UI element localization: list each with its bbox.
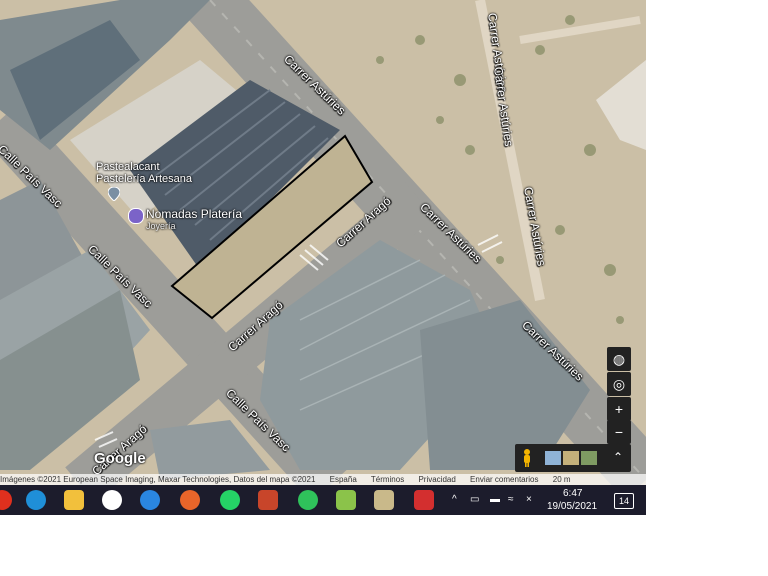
- poi-title: Nomadas Platería: [146, 207, 243, 221]
- wechat-icon[interactable]: [298, 490, 318, 510]
- zoom-in-button[interactable]: +: [607, 397, 631, 421]
- google-maps-icon[interactable]: [102, 490, 122, 510]
- poi-title: Pastealacant: [96, 161, 160, 173]
- satellite-map[interactable]: Carrer Astúries Carrer Astúries Carrer A…: [0, 0, 646, 485]
- globe-icon[interactable]: ◍: [607, 347, 631, 371]
- my-location-icon[interactable]: ◎: [607, 372, 631, 396]
- poi-subtitle: Pastelería Artesana: [96, 173, 193, 185]
- poi-nomadas[interactable]: Nomadas Platería Joyería: [146, 208, 242, 232]
- poi-pastealacant[interactable]: Pastealacant Pastelería Artesana: [96, 161, 192, 185]
- imagery-credit: Imágenes ©2021 European Space Imaging, M…: [0, 475, 316, 484]
- volume-muted-icon[interactable]: ×: [526, 494, 532, 505]
- taskbar: ^ ▭ ▬ ≈ × 6:47 19/05/2021 14: [0, 485, 646, 515]
- chevron-up-icon[interactable]: ^: [452, 494, 457, 505]
- firefox-icon[interactable]: [180, 490, 200, 510]
- map-pin-icon[interactable]: [107, 186, 121, 202]
- pdf-icon[interactable]: [414, 490, 434, 510]
- whatsapp-icon[interactable]: [220, 490, 240, 510]
- layer-thumb[interactable]: [545, 451, 561, 465]
- pegman-icon[interactable]: [521, 449, 533, 467]
- wifi-icon[interactable]: ≈: [508, 494, 514, 505]
- poi-subtitle: Joyería: [146, 221, 176, 231]
- layers-app-icon[interactable]: [336, 490, 356, 510]
- internet-explorer-icon[interactable]: [140, 490, 160, 510]
- opera-icon[interactable]: [0, 490, 12, 510]
- clock-time[interactable]: 6:47: [563, 488, 582, 499]
- google-logo: Google: [94, 450, 146, 467]
- battery-icon[interactable]: ▬: [490, 494, 500, 505]
- country-link[interactable]: España: [330, 475, 357, 484]
- image-viewer-icon[interactable]: [374, 490, 394, 510]
- privacy-link[interactable]: Privacidad: [418, 475, 455, 484]
- feedback-link[interactable]: Enviar comentarios: [470, 475, 538, 484]
- layer-thumb[interactable]: [581, 451, 597, 465]
- layer-thumb[interactable]: [563, 451, 579, 465]
- satellite-imagery: [0, 0, 646, 485]
- paint-icon[interactable]: [258, 490, 278, 510]
- attribution-bar: Imágenes ©2021 European Space Imaging, M…: [0, 474, 646, 485]
- clock-date[interactable]: 19/05/2021: [547, 501, 597, 512]
- terms-link[interactable]: Términos: [371, 475, 404, 484]
- shopping-bag-icon[interactable]: [128, 208, 144, 224]
- edge-icon[interactable]: [26, 490, 46, 510]
- scale-label: 20 m: [552, 475, 571, 484]
- notifications-badge[interactable]: 14: [614, 493, 634, 509]
- file-explorer-icon[interactable]: [64, 490, 84, 510]
- system-tray-icon[interactable]: ▭: [470, 494, 479, 505]
- zoom-out-button[interactable]: −: [607, 420, 631, 444]
- layers-control[interactable]: ⌃: [515, 444, 631, 472]
- chevron-up-icon[interactable]: ⌃: [613, 450, 623, 464]
